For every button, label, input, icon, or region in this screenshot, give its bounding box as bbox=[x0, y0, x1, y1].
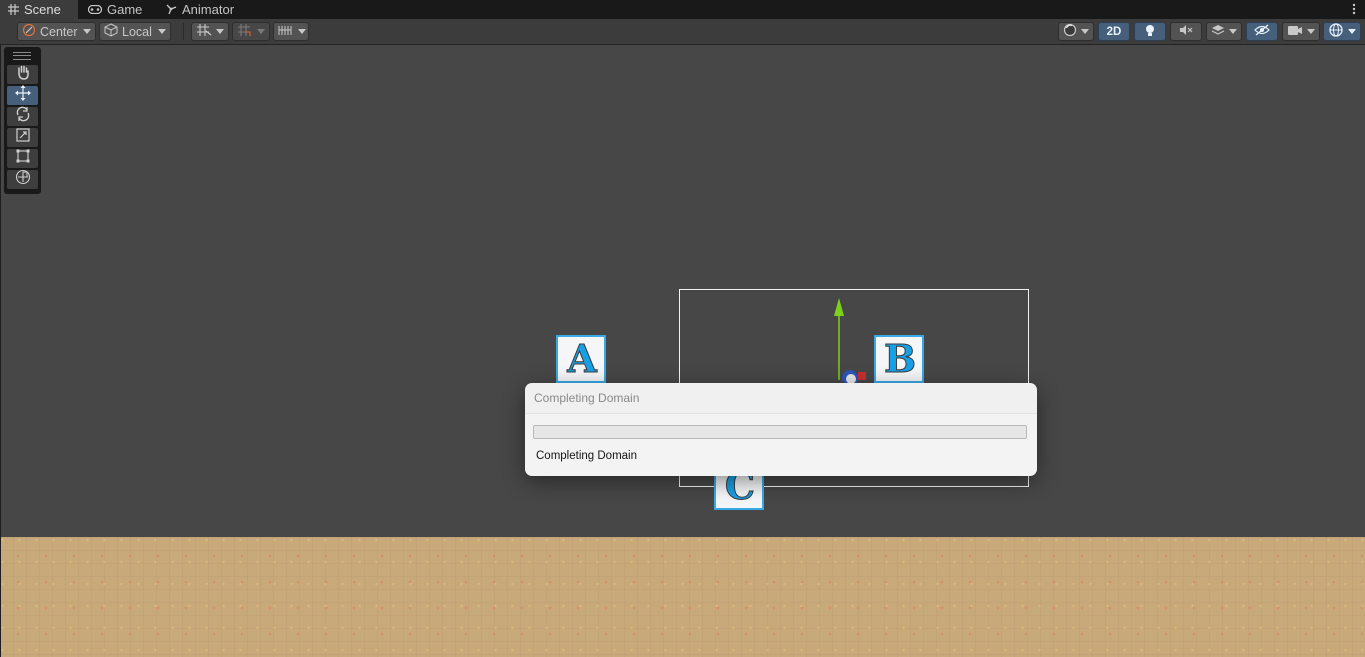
dialog-status-text: Completing Domain bbox=[536, 450, 637, 462]
toolbar-divider bbox=[183, 23, 184, 40]
chevron-down-icon bbox=[83, 29, 91, 34]
rect-transform-icon bbox=[15, 148, 31, 169]
2d-mode-toggle[interactable]: 2D bbox=[1098, 22, 1130, 41]
gizmo-globe-icon bbox=[1328, 22, 1344, 41]
x-axis-handle bbox=[858, 372, 866, 380]
chevron-down-icon bbox=[216, 29, 224, 34]
dialog-title: Completing Domain bbox=[534, 391, 640, 405]
more-options-icon[interactable] bbox=[1351, 2, 1357, 17]
tab-animator-label: Animator bbox=[182, 2, 235, 17]
panel-border bbox=[0, 45, 1, 657]
tab-game-label: Game bbox=[107, 2, 143, 17]
progress-bar bbox=[533, 425, 1027, 439]
pivot-icon bbox=[22, 23, 36, 40]
progress-dialog: Completing Domain Completing Domain bbox=[525, 383, 1037, 476]
animator-icon bbox=[166, 4, 177, 15]
tab-scene[interactable]: Scene bbox=[0, 0, 78, 19]
chevron-down-icon bbox=[257, 29, 265, 34]
scale-tool[interactable] bbox=[7, 128, 38, 147]
letter-block-b-label: B bbox=[883, 336, 916, 381]
tab-animator[interactable]: Animator bbox=[158, 0, 250, 19]
chevron-down-icon bbox=[1081, 29, 1089, 34]
pivot-mode-label: Center bbox=[40, 24, 78, 39]
camera-dropdown[interactable] bbox=[1282, 22, 1320, 41]
2d-mode-label: 2D bbox=[1106, 25, 1122, 38]
move-gizmo[interactable] bbox=[828, 296, 868, 386]
rotate-tool[interactable] bbox=[7, 106, 38, 127]
shading-sphere-icon bbox=[1063, 23, 1077, 40]
cube-icon bbox=[104, 23, 118, 40]
scale-icon bbox=[15, 127, 31, 148]
tab-game[interactable]: Game bbox=[80, 0, 158, 19]
transform-tool[interactable] bbox=[7, 169, 38, 190]
lighting-toggle[interactable] bbox=[1134, 22, 1166, 41]
letter-block-b[interactable]: B bbox=[874, 335, 924, 383]
light-bulb-icon bbox=[1145, 24, 1155, 40]
tool-palette bbox=[4, 47, 41, 194]
hand-icon bbox=[15, 64, 31, 85]
space-mode-dropdown[interactable]: Local bbox=[99, 22, 171, 41]
editor-tab-bar: Scene Game Animator bbox=[0, 0, 1365, 19]
grid-snap-button[interactable] bbox=[191, 22, 229, 41]
hand-tool[interactable] bbox=[7, 65, 38, 84]
increment-snap-icon bbox=[237, 23, 253, 40]
grid-snap-icon bbox=[196, 23, 212, 40]
scene-toolbar: Center Local 2D bbox=[0, 19, 1365, 45]
mute-icon bbox=[1179, 24, 1193, 39]
effects-dropdown[interactable] bbox=[1206, 22, 1242, 41]
chevron-down-icon bbox=[1229, 29, 1237, 34]
rect-tool[interactable] bbox=[7, 149, 38, 168]
transform-icon bbox=[15, 169, 31, 190]
chevron-down-icon bbox=[158, 29, 166, 34]
layers-icon bbox=[1211, 24, 1225, 40]
ruler-button[interactable] bbox=[273, 22, 309, 41]
gamepad-icon bbox=[88, 5, 102, 14]
ground-tilemap bbox=[0, 537, 1365, 657]
shading-mode-dropdown[interactable] bbox=[1058, 22, 1094, 41]
rotate-icon bbox=[15, 106, 31, 127]
chevron-down-icon bbox=[1307, 29, 1315, 34]
chevron-down-icon bbox=[1348, 29, 1356, 34]
audio-toggle[interactable] bbox=[1170, 22, 1202, 41]
gizmos-dropdown[interactable] bbox=[1323, 22, 1361, 41]
y-axis-handle bbox=[834, 298, 844, 316]
ruler-icon bbox=[278, 24, 294, 39]
palette-drag-handle[interactable] bbox=[13, 52, 31, 60]
letter-block-a[interactable]: A bbox=[556, 335, 606, 383]
hidden-eye-icon bbox=[1254, 24, 1270, 39]
camera-icon bbox=[1287, 25, 1303, 39]
chevron-down-icon bbox=[298, 29, 306, 34]
tab-scene-label: Scene bbox=[24, 2, 61, 17]
scene-visibility-toggle[interactable] bbox=[1246, 22, 1278, 41]
dialog-body: Completing Domain bbox=[525, 413, 1037, 476]
move-arrows-icon bbox=[14, 85, 31, 106]
letter-block-a-label: A bbox=[567, 336, 598, 381]
pivot-mode-dropdown[interactable]: Center bbox=[17, 22, 96, 41]
increment-snap-button[interactable] bbox=[232, 22, 270, 41]
space-mode-label: Local bbox=[122, 24, 152, 39]
grid-icon bbox=[8, 4, 19, 15]
move-tool[interactable] bbox=[7, 85, 38, 106]
